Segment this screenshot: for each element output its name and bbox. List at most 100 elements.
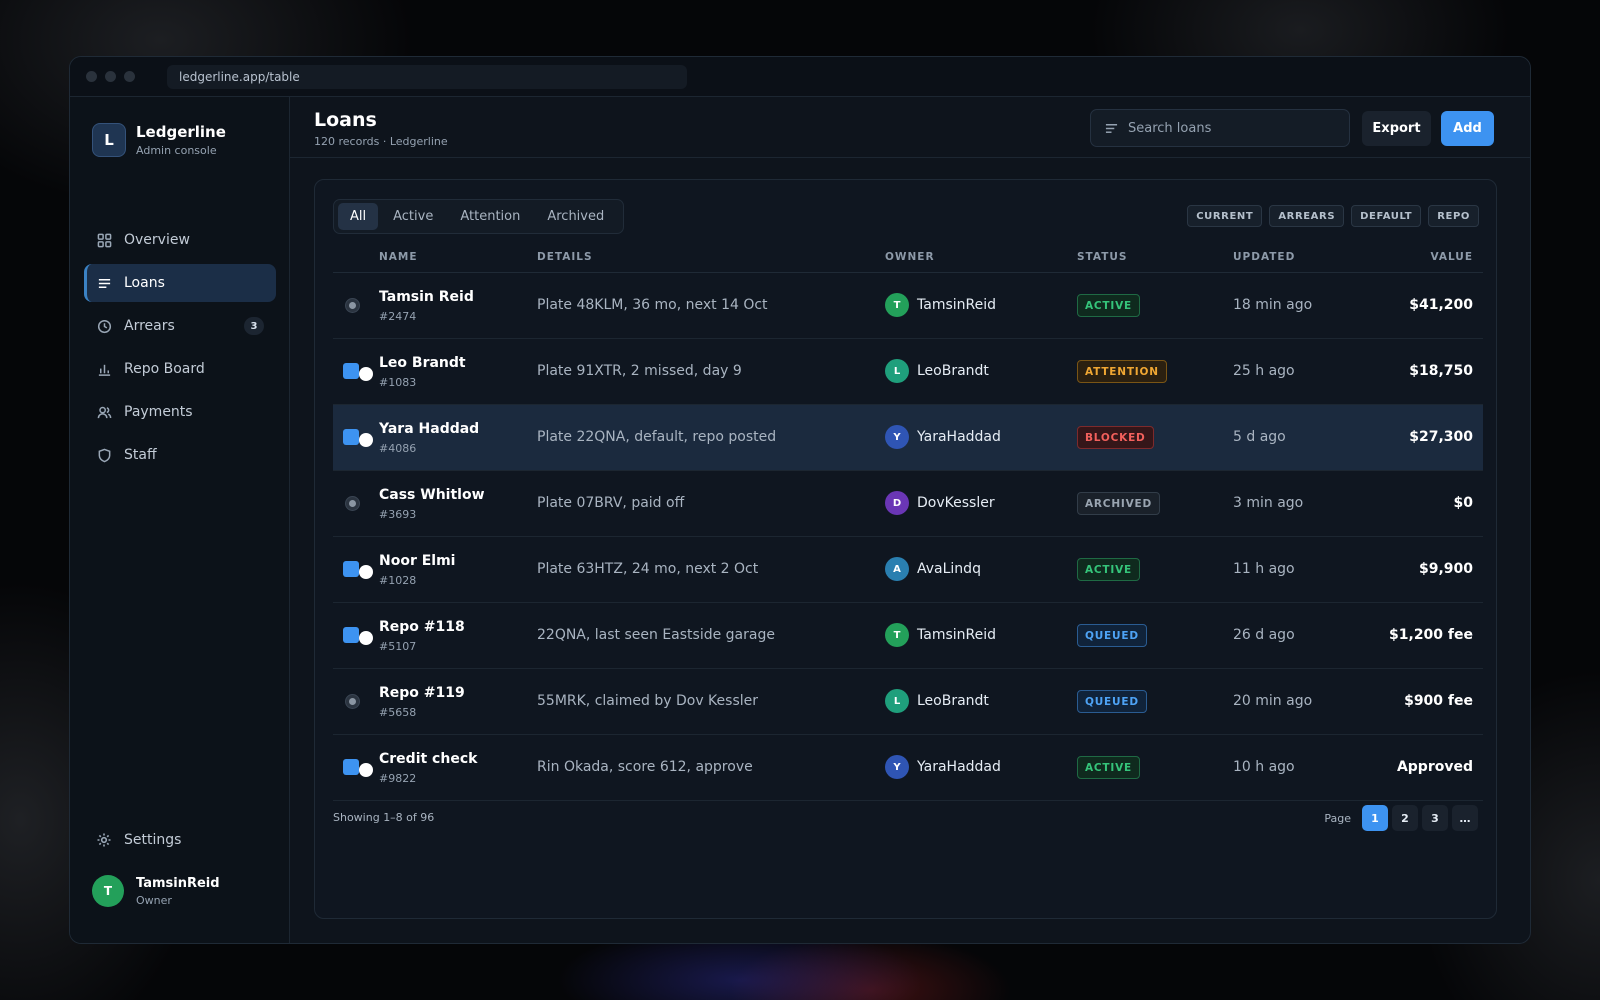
status-tabs: All Active Attention Archived	[333, 199, 625, 234]
row-toggle-knob[interactable]	[359, 367, 373, 381]
url-bar[interactable]: ledgerline.app/table	[167, 64, 687, 89]
sidebar: L Ledgerline Admin console Overview Loan…	[70, 97, 290, 943]
cell-name: Cass Whitlow #3693	[379, 487, 485, 521]
export-button[interactable]: Export	[1362, 111, 1431, 146]
tab-active[interactable]: Active	[381, 203, 445, 230]
row-selector[interactable]	[343, 561, 377, 579]
row-radio-icon[interactable]	[345, 298, 360, 313]
window-close-dot[interactable]	[86, 71, 97, 82]
row-selector[interactable]	[343, 495, 377, 513]
sidebar-item-payments[interactable]: Payments	[84, 393, 276, 431]
status-badge: ACTIVE	[1077, 756, 1140, 779]
page-button-3[interactable]: 3	[1422, 805, 1448, 831]
tab-attention[interactable]: Attention	[448, 203, 532, 230]
page-button-2[interactable]: 2	[1392, 805, 1418, 831]
row-name[interactable]: Noor Elmi	[379, 553, 455, 569]
row-name[interactable]: Tamsin Reid	[379, 289, 474, 305]
cell-owner: T TamsinReid	[885, 293, 996, 317]
row-select-checkbox[interactable]	[343, 429, 359, 445]
row-name[interactable]: Yara Haddad	[379, 421, 479, 437]
table-row[interactable]: Repo #119 #5658 55MRK, claimed by Dov Kess…	[333, 669, 1483, 735]
row-toggle-knob[interactable]	[359, 433, 373, 447]
row-name[interactable]: Repo #119	[379, 685, 465, 701]
table-row[interactable]: Tamsin Reid #2474 Plate 48KLM, 36 mo, next…	[333, 273, 1483, 339]
owner-name: YaraHaddad	[917, 429, 1001, 445]
owner-avatar: L	[885, 689, 909, 713]
page-label: Page	[1324, 811, 1351, 825]
tab-all[interactable]: All	[338, 203, 379, 230]
chip-current[interactable]: CURRENT	[1187, 205, 1263, 227]
row-name[interactable]: Cass Whitlow	[379, 487, 485, 503]
sidebar-item-repo-board[interactable]: Repo Board	[84, 350, 276, 388]
chip-default[interactable]: DEFAULT	[1351, 205, 1422, 227]
chip-repo[interactable]: REPO	[1428, 205, 1479, 227]
table-row[interactable]: Repo #118 #5107 22QNA, last seen Eastside …	[333, 603, 1483, 669]
row-value: $41,200	[1409, 297, 1473, 313]
sidebar-item-overview[interactable]: Overview	[84, 221, 276, 259]
cell-owner: A AvaLindq	[885, 557, 981, 581]
row-details: Plate 63HTZ, 24 mo, next 2 Oct	[537, 561, 759, 577]
row-toggle-knob[interactable]	[359, 565, 373, 579]
status-badge: ACTIVE	[1077, 558, 1140, 581]
chip-arrears[interactable]: ARREARS	[1269, 205, 1345, 227]
brand: L Ledgerline Admin console	[92, 123, 226, 157]
grid-icon	[96, 232, 112, 248]
column-header-value[interactable]: VALUE	[1430, 251, 1473, 263]
row-radio-icon[interactable]	[345, 496, 360, 511]
sidebar-item-arrears[interactable]: Arrears 3	[84, 307, 276, 345]
row-radio-icon[interactable]	[345, 694, 360, 709]
main-content: Loans 120 records · Ledgerline Search lo…	[290, 97, 1530, 943]
page-button-more[interactable]: …	[1452, 805, 1478, 831]
column-header-name[interactable]: NAME	[379, 251, 418, 263]
search-input[interactable]: Search loans	[1090, 109, 1350, 147]
brand-subtitle: Admin console	[136, 144, 217, 157]
row-selector[interactable]	[343, 363, 377, 381]
sidebar-item-staff[interactable]: Staff	[84, 436, 276, 474]
cell-name: Yara Haddad #4086	[379, 421, 479, 455]
table-row[interactable]: Noor Elmi #1028 Plate 63HTZ, 24 mo, next 2…	[333, 537, 1483, 603]
user-profile[interactable]: T TamsinReid Owner	[92, 875, 220, 907]
page-button-1[interactable]: 1	[1362, 805, 1388, 831]
table-row[interactable]: Yara Haddad #4086 Plate 22QNA, default, re…	[333, 405, 1483, 471]
cell-owner: Y YaraHaddad	[885, 425, 1001, 449]
row-selector[interactable]	[343, 759, 377, 777]
status-badge: ACTIVE	[1077, 294, 1140, 317]
sidebar-item-label: Staff	[124, 447, 157, 463]
row-name[interactable]: Leo Brandt	[379, 355, 466, 371]
row-name[interactable]: Repo #118	[379, 619, 465, 635]
row-selector[interactable]	[343, 627, 377, 645]
sidebar-item-loans[interactable]: Loans	[84, 264, 276, 302]
row-toggle-knob[interactable]	[359, 763, 373, 777]
row-toggle-knob[interactable]	[359, 631, 373, 645]
row-name[interactable]: Credit check	[379, 751, 477, 767]
row-select-checkbox[interactable]	[343, 759, 359, 775]
window-maximize-dot[interactable]	[124, 71, 135, 82]
table-row[interactable]: Leo Brandt #1083 Plate 91XTR, 2 missed, da…	[333, 339, 1483, 405]
row-selector[interactable]	[343, 693, 377, 711]
window-minimize-dot[interactable]	[105, 71, 116, 82]
tab-archived[interactable]: Archived	[535, 203, 616, 230]
column-header-updated[interactable]: UPDATED	[1233, 251, 1295, 263]
app-window: ledgerline.app/table L Ledgerline Admin …	[69, 56, 1531, 944]
users-icon	[96, 404, 112, 420]
add-button[interactable]: Add	[1441, 111, 1494, 146]
row-select-checkbox[interactable]	[343, 363, 359, 379]
row-details: 22QNA, last seen Eastside garage	[537, 627, 775, 643]
sidebar-item-settings[interactable]: Settings	[96, 832, 181, 848]
page-subtitle: 120 records · Ledgerline	[314, 135, 448, 148]
row-details: Plate 48KLM, 36 mo, next 14 Oct	[537, 297, 768, 313]
row-select-checkbox[interactable]	[343, 627, 359, 643]
row-selector[interactable]	[343, 297, 377, 315]
row-select-checkbox[interactable]	[343, 561, 359, 577]
shield-icon	[96, 447, 112, 463]
table-row[interactable]: Cass Whitlow #3693 Plate 07BRV, paid off D D…	[333, 471, 1483, 537]
row-selector[interactable]	[343, 429, 377, 447]
cell-name: Leo Brandt #1083	[379, 355, 466, 389]
row-id: #3693	[379, 508, 417, 521]
column-header-details[interactable]: DETAILS	[537, 251, 593, 263]
table-row[interactable]: Credit check #9822 Rin Okada, score 612, a…	[333, 735, 1483, 801]
column-header-status[interactable]: STATUS	[1077, 251, 1127, 263]
owner-name: AvaLindq	[917, 561, 981, 577]
row-value: $900 fee	[1404, 693, 1473, 709]
column-header-owner[interactable]: OWNER	[885, 251, 935, 263]
